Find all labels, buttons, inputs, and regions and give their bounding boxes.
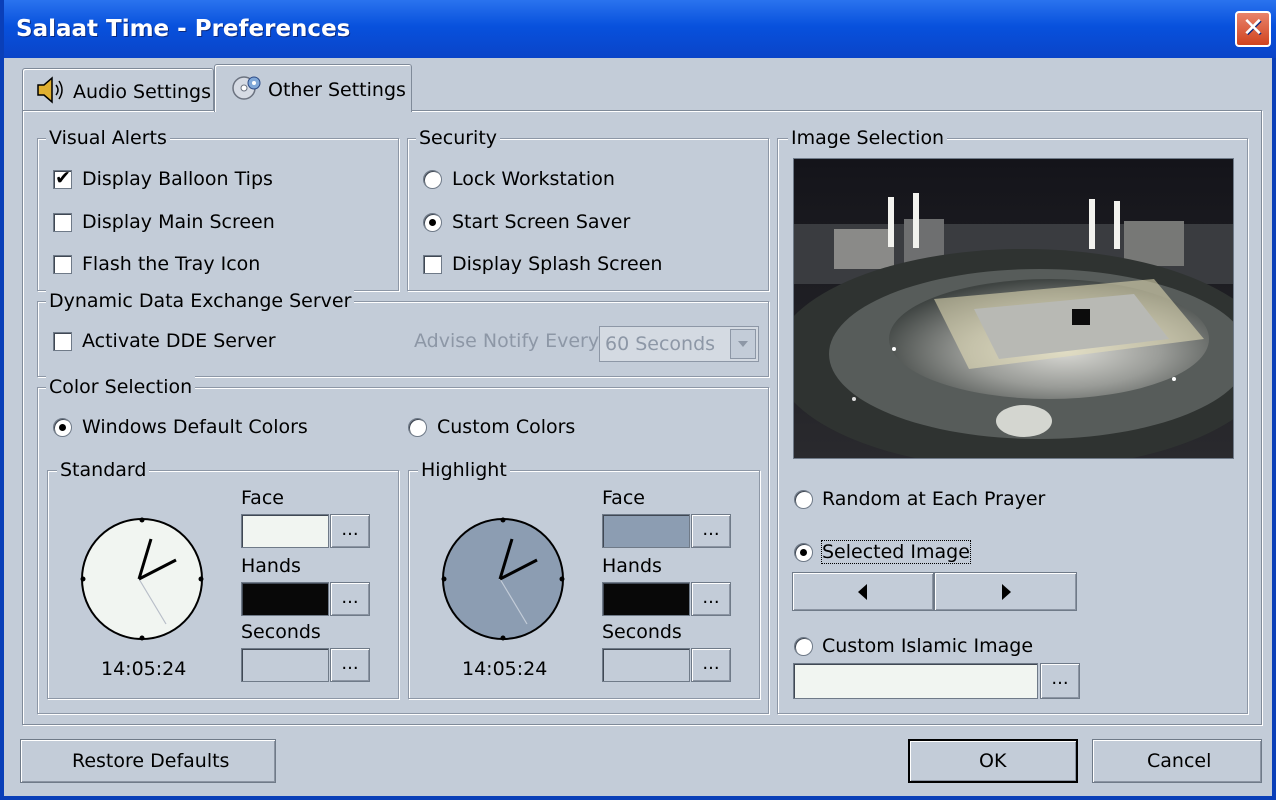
display-main-screen-label[interactable]: Display Main Screen xyxy=(82,211,275,233)
highlight-legend: Highlight xyxy=(418,459,510,481)
highlight-hands-label: Hands xyxy=(602,555,662,577)
custom-image-path-field[interactable] xyxy=(793,663,1038,699)
tab-other-settings[interactable]: Other Settings xyxy=(214,64,412,112)
tab-other-settings-label: Other Settings xyxy=(268,79,406,101)
visual-alerts-legend: Visual Alerts xyxy=(46,127,170,149)
color-selection-legend: Color Selection xyxy=(46,376,196,398)
window-title: Salaat Time - Preferences xyxy=(16,16,351,42)
display-main-screen-checkbox[interactable] xyxy=(53,213,72,232)
random-each-prayer-radio[interactable] xyxy=(794,490,813,509)
dde-legend: Dynamic Data Exchange Server xyxy=(46,290,355,312)
highlight-clock-preview xyxy=(440,516,566,647)
standard-hands-label: Hands xyxy=(241,555,301,577)
advise-notify-label: Advise Notify Every xyxy=(414,330,600,352)
highlight-seconds-swatch xyxy=(602,648,690,682)
display-splash-screen-label[interactable]: Display Splash Screen xyxy=(452,253,662,275)
windows-default-colors-radio[interactable] xyxy=(53,418,72,437)
standard-clock-preview xyxy=(79,516,205,647)
tab-audio-settings[interactable]: Audio Settings xyxy=(22,68,214,111)
highlight-seconds-browse-button[interactable]: ... xyxy=(691,648,731,682)
security-group: Security Lock Workstation Start Screen S… xyxy=(407,127,769,291)
custom-colors-label[interactable]: Custom Colors xyxy=(437,416,575,438)
flash-tray-icon-label[interactable]: Flash the Tray Icon xyxy=(82,253,260,275)
tab-audio-settings-label: Audio Settings xyxy=(73,81,211,103)
display-balloon-tips-checkbox[interactable] xyxy=(53,167,72,189)
dde-group: Dynamic Data Exchange Server Activate DD… xyxy=(37,290,769,377)
advise-interval-value: 60 Seconds xyxy=(605,333,716,355)
standard-seconds-browse-button[interactable]: ... xyxy=(330,648,370,682)
image-selection-group: Image Selection Random at Each Prayer Se… xyxy=(777,127,1248,714)
ok-button[interactable]: OK xyxy=(908,739,1078,783)
close-icon: ✕ xyxy=(1242,13,1264,43)
previous-image-button[interactable] xyxy=(792,572,934,611)
selected-image-radio[interactable] xyxy=(794,543,813,562)
highlight-group: Highlight 14:05:24 Face ... Hands ... Se… xyxy=(408,459,760,699)
chevron-down-icon[interactable] xyxy=(730,329,756,359)
standard-hands-swatch xyxy=(241,582,329,616)
standard-face-label: Face xyxy=(241,487,284,509)
highlight-face-label: Face xyxy=(602,487,645,509)
highlight-hands-browse-button[interactable]: ... xyxy=(691,582,731,616)
arrow-left-icon xyxy=(855,582,871,607)
restore-defaults-label: Restore Defaults xyxy=(72,750,230,772)
start-screen-saver-label[interactable]: Start Screen Saver xyxy=(452,211,630,233)
selected-image-label[interactable]: Selected Image xyxy=(821,540,971,564)
arrow-right-icon xyxy=(998,582,1014,607)
advise-interval-select[interactable]: 60 Seconds xyxy=(599,326,759,362)
custom-colors-radio[interactable] xyxy=(408,418,427,437)
random-each-prayer-label[interactable]: Random at Each Prayer xyxy=(822,488,1045,510)
custom-islamic-image-label[interactable]: Custom Islamic Image xyxy=(822,635,1033,657)
highlight-hands-swatch xyxy=(602,582,690,616)
highlight-time: 14:05:24 xyxy=(462,658,548,680)
custom-image-browse-button[interactable]: ... xyxy=(1040,663,1080,699)
highlight-face-browse-button[interactable]: ... xyxy=(691,514,731,548)
standard-face-swatch xyxy=(241,514,329,548)
cancel-button[interactable]: Cancel xyxy=(1092,739,1262,783)
cd-settings-icon xyxy=(231,74,263,107)
standard-time: 14:05:24 xyxy=(101,658,187,680)
display-balloon-tips-label[interactable]: Display Balloon Tips xyxy=(82,168,273,190)
kaaba-image-preview xyxy=(793,158,1234,459)
ok-label: OK xyxy=(979,750,1007,772)
title-bar[interactable]: Salaat Time - Preferences ✕ xyxy=(4,0,1276,58)
activate-dde-label[interactable]: Activate DDE Server xyxy=(82,330,276,352)
standard-seconds-label: Seconds xyxy=(241,621,321,643)
image-selection-legend: Image Selection xyxy=(788,127,948,149)
display-splash-screen-checkbox[interactable] xyxy=(423,255,442,274)
custom-islamic-image-radio[interactable] xyxy=(794,637,813,656)
next-image-button[interactable] xyxy=(934,572,1077,611)
standard-group: Standard 14:05:24 Face ... Hands ... Sec… xyxy=(47,459,399,699)
restore-defaults-button[interactable]: Restore Defaults xyxy=(20,739,276,783)
lock-workstation-label[interactable]: Lock Workstation xyxy=(452,168,615,190)
color-selection-group: Color Selection Windows Default Colors C… xyxy=(37,376,769,714)
standard-face-browse-button[interactable]: ... xyxy=(330,514,370,548)
flash-tray-icon-checkbox[interactable] xyxy=(53,255,72,274)
standard-seconds-swatch xyxy=(241,648,329,682)
start-screen-saver-radio[interactable] xyxy=(423,213,442,232)
highlight-face-swatch xyxy=(602,514,690,548)
visual-alerts-group: Visual Alerts Display Balloon Tips Displ… xyxy=(37,127,399,291)
standard-hands-browse-button[interactable]: ... xyxy=(330,582,370,616)
security-legend: Security xyxy=(416,127,501,149)
cancel-label: Cancel xyxy=(1147,750,1212,772)
tab-panel: Visual Alerts Display Balloon Tips Displ… xyxy=(22,110,1262,725)
close-button[interactable]: ✕ xyxy=(1235,11,1271,47)
lock-workstation-radio[interactable] xyxy=(423,170,442,189)
preferences-window: Salaat Time - Preferences ✕ Audio Settin… xyxy=(0,0,1276,800)
highlight-seconds-label: Seconds xyxy=(602,621,682,643)
speaker-icon xyxy=(35,76,65,109)
standard-legend: Standard xyxy=(57,459,150,481)
activate-dde-checkbox[interactable] xyxy=(53,332,72,351)
windows-default-colors-label[interactable]: Windows Default Colors xyxy=(82,416,308,438)
